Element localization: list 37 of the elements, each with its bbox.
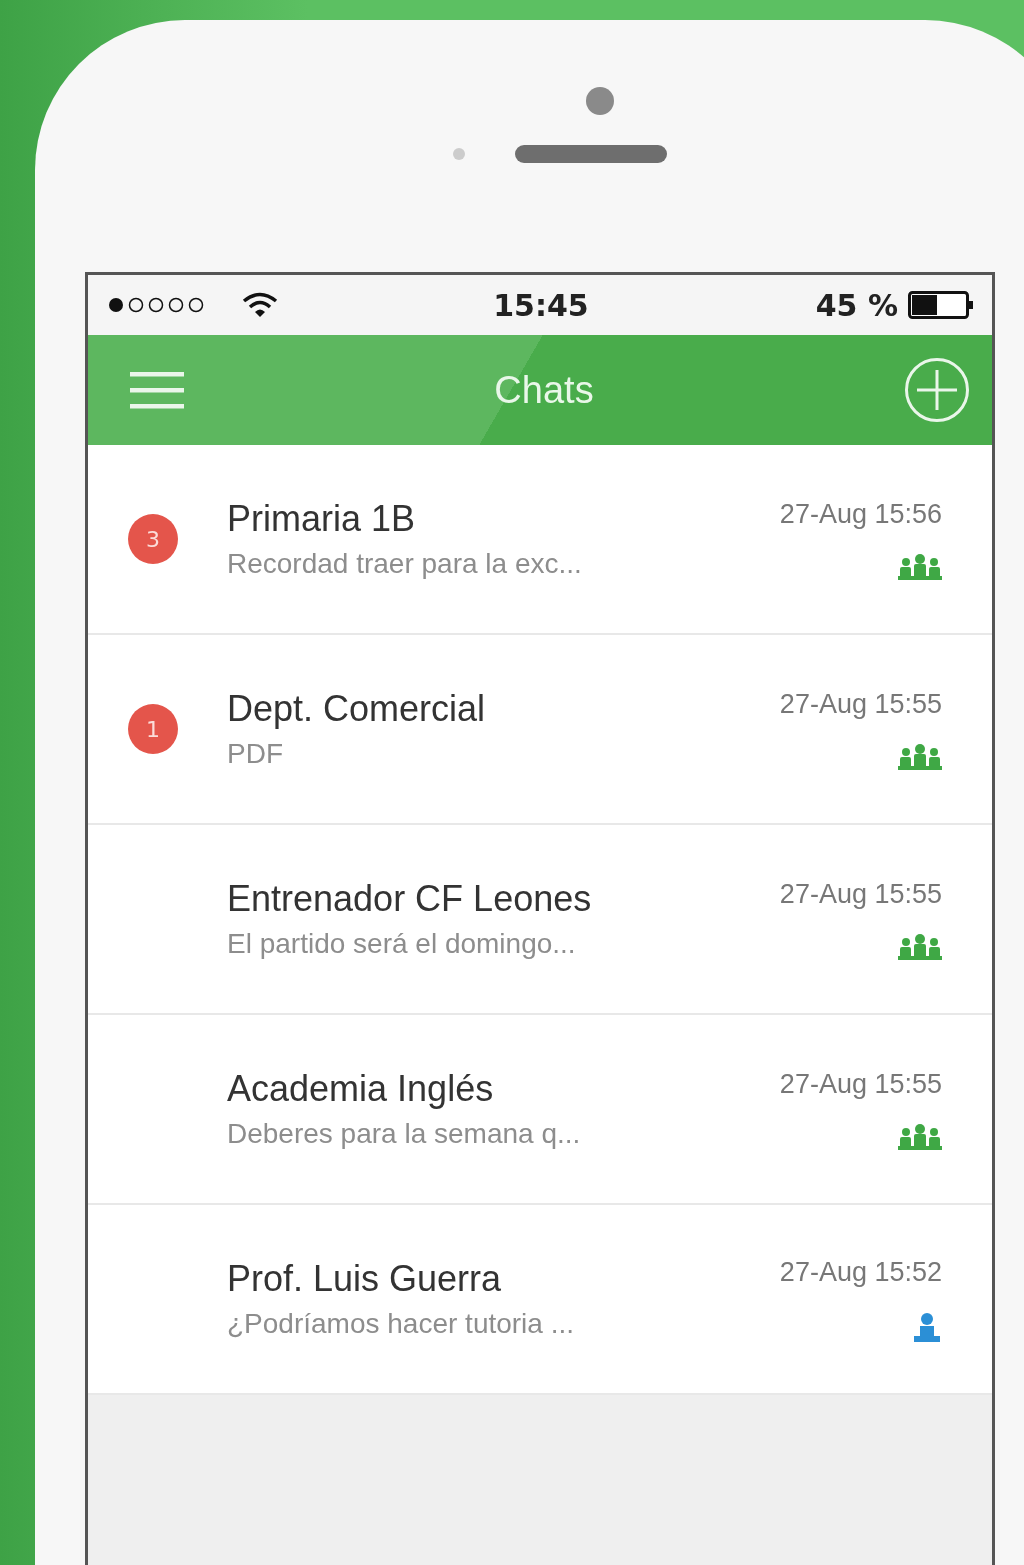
chat-time: 27-Aug 15:52 [779, 1256, 942, 1288]
chat-name: Prof. Luis Guerra [227, 1258, 502, 1300]
chat-name: Primaria 1B [227, 498, 416, 540]
chat-preview: ¿Podríamos hacer tutoria ... [227, 1308, 575, 1340]
person-icon [912, 1311, 942, 1342]
chat-time: 27-Aug 15:55 [779, 1068, 942, 1100]
chat-preview: Deberes para la semana q... [227, 1118, 581, 1150]
sensor-dot [453, 148, 465, 160]
chat-name: Dept. Comercial [227, 688, 486, 730]
chat-row[interactable]: Academia Inglés Deberes para la semana q... 27-Aug 15:55 [88, 1015, 992, 1205]
wifi-icon [242, 292, 278, 318]
group-icon [898, 743, 942, 770]
status-time: 15:45 [493, 287, 589, 323]
add-icon[interactable] [904, 357, 970, 423]
group-icon [898, 933, 942, 960]
battery-percent: 45 % [815, 287, 898, 323]
unread-badge: 3 [128, 514, 178, 564]
header-title: Chats [494, 368, 594, 412]
signal-icon [108, 297, 206, 313]
battery-icon [908, 291, 974, 319]
chat-time: 27-Aug 15:55 [779, 688, 942, 720]
chat-preview: El partido será el domingo... [227, 928, 576, 960]
chat-preview: PDF [227, 738, 283, 770]
chat-name: Entrenador CF Leones [227, 878, 592, 920]
chat-row[interactable]: Prof. Luis Guerra ¿Podríamos hacer tutoria ... 27-Aug 15:52 [88, 1205, 992, 1395]
chat-time: 27-Aug 15:56 [779, 498, 942, 530]
chat-time: 27-Aug 15:55 [779, 878, 942, 910]
camera-dot [586, 87, 614, 115]
unread-badge: 1 [128, 704, 178, 754]
group-icon [898, 1123, 942, 1150]
chat-row[interactable]: Entrenador CF Leones El partido será el domingo... 27-Aug 15:55 [88, 825, 992, 1015]
chat-name: Academia Inglés [227, 1068, 494, 1110]
chat-row[interactable]: 3 Primaria 1B Recordad traer para la exc... 27-Aug 15:56 [88, 445, 992, 635]
chat-row[interactable]: 1 Dept. Comercial PDF 27-Aug 15:55 [88, 635, 992, 825]
group-icon [898, 553, 942, 580]
chat-preview: Recordad traer para la exc... [227, 548, 582, 580]
menu-icon[interactable] [130, 370, 184, 410]
